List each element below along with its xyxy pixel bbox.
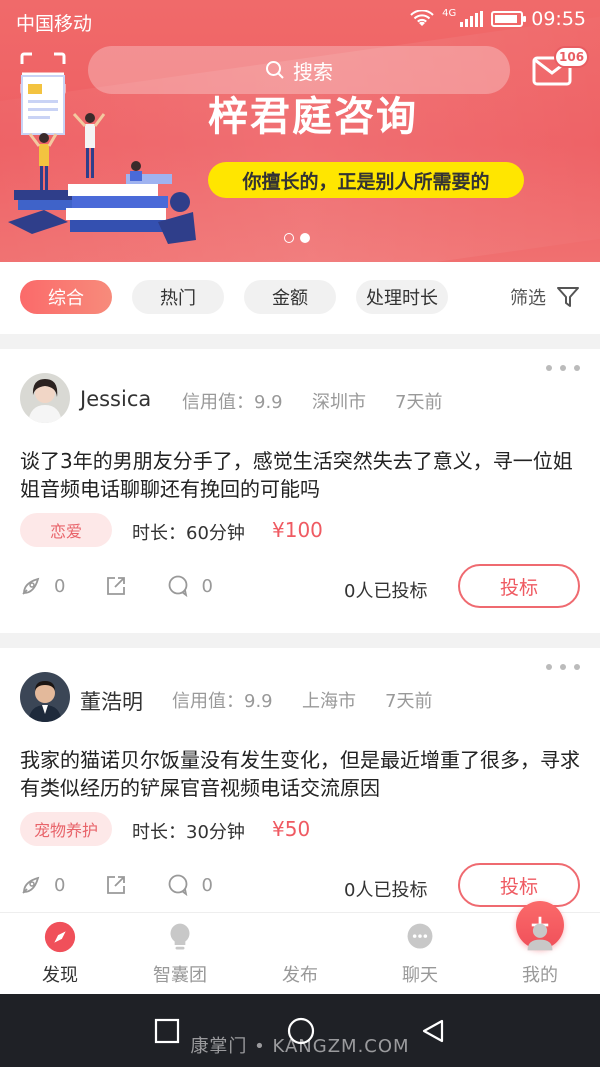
filter-bar: 综合 热门 金额 处理时长 筛选 [0, 262, 600, 334]
share-icon [107, 876, 126, 894]
category-tag: 宠物养护 [20, 812, 112, 846]
duration: 时长：30分钟 [132, 822, 245, 843]
credit-value: 信用值：9.9 [182, 392, 283, 413]
user-name[interactable]: Jessica [80, 387, 151, 411]
duration: 时长：60分钟 [132, 523, 245, 544]
rocket-icon [22, 577, 40, 595]
filter-label: 筛选 [510, 288, 546, 309]
banner-illustration [8, 75, 196, 244]
bid-count: 0人已投标 [344, 880, 428, 901]
like-count: 0 [54, 874, 66, 896]
nav-label: 我的 [522, 965, 558, 986]
tab-comprehensive[interactable]: 综合 [20, 280, 112, 314]
avatar[interactable] [20, 672, 70, 722]
banner-title: 梓君庭咨询 [208, 94, 418, 140]
tab-amount[interactable]: 金额 [244, 280, 336, 314]
nav-label: 发布 [282, 965, 318, 986]
city: 深圳市 [312, 392, 366, 413]
nav-publish[interactable]: 发布 [240, 901, 564, 987]
more-icon[interactable] [546, 365, 580, 371]
bid-button[interactable]: 投标 [458, 564, 580, 608]
more-icon[interactable] [546, 664, 580, 670]
nav-label: 智囊团 [153, 965, 207, 986]
wifi-icon [410, 10, 434, 26]
carousel-indicator[interactable] [284, 233, 310, 243]
post-actions: 0 0 [20, 575, 253, 597]
comment-action[interactable]: 0 [167, 575, 213, 597]
like-action[interactable]: 0 [20, 874, 65, 896]
tab-duration[interactable]: 处理时长 [356, 280, 448, 314]
chat-icon [402, 919, 438, 955]
share-action[interactable] [105, 575, 127, 597]
compass-icon [42, 919, 78, 955]
comment-count: 0 [201, 874, 213, 896]
credit-value: 信用值：9.9 [172, 691, 273, 712]
nav-mine[interactable]: 我的 [480, 919, 600, 987]
comment-count: 0 [201, 575, 213, 597]
comment-icon [169, 874, 188, 896]
carrier-name: 中国移动 [16, 13, 93, 35]
carousel-dot[interactable] [284, 233, 294, 243]
bulb-icon [162, 919, 198, 955]
nav-label: 发现 [42, 965, 78, 986]
user-name[interactable]: 董浩明 [80, 686, 143, 716]
clock: 09:55 [531, 8, 586, 30]
mail-badge: 106 [554, 46, 590, 68]
nav-label: 聊天 [402, 965, 438, 986]
category-tag: 恋爱 [20, 513, 112, 547]
city: 上海市 [302, 691, 356, 712]
post-content[interactable]: 我家的猫诺贝尔饭量没有发生变化，但是最近增重了很多，寻求有类似经历的铲屎官音视频… [20, 746, 580, 802]
share-icon [107, 577, 126, 595]
share-action[interactable] [105, 874, 127, 896]
nav-chat[interactable]: 聊天 [360, 919, 480, 987]
search-placeholder: 搜索 [293, 59, 333, 84]
comment-action[interactable]: 0 [167, 874, 213, 896]
funnel-icon [557, 287, 579, 307]
search-icon [266, 61, 284, 79]
post-time: 7天前 [395, 392, 443, 413]
header-banner[interactable]: 中国移动 4G 09:55 搜索 106 梓君庭咨询 你擅长的，正是别人所需要的 [0, 0, 600, 262]
status-icons: 4G 09:55 [410, 8, 586, 30]
price: ¥100 [272, 518, 323, 542]
bid-button[interactable]: 投标 [458, 863, 580, 907]
post-actions: 0 0 [20, 874, 253, 896]
comment-icon [169, 575, 188, 597]
post-card[interactable]: 董浩明 信用值：9.9 上海市 7天前 我家的猫诺贝尔饭量没有发生变化，但是最近… [0, 648, 600, 912]
bid-count: 0人已投标 [344, 581, 428, 602]
post-time: 7天前 [385, 691, 433, 712]
battery-icon [491, 11, 527, 27]
rocket-icon [22, 876, 40, 894]
filter-button[interactable]: 筛选 [510, 284, 580, 310]
network-type: 4G [442, 8, 457, 19]
like-action[interactable]: 0 [20, 575, 65, 597]
tab-hot[interactable]: 热门 [132, 280, 224, 314]
user-icon [522, 919, 558, 955]
nav-think-tank[interactable]: 智囊团 [120, 919, 240, 987]
avatar[interactable] [20, 373, 70, 423]
bottom-nav: 发现 智囊团 发布 聊天 我的 [0, 901, 600, 994]
post-card[interactable]: Jessica 信用值：9.9 深圳市 7天前 谈了3年的男朋友分手了，感觉生活… [0, 349, 600, 633]
nav-discover[interactable]: 发现 [0, 919, 120, 987]
carousel-dot-active[interactable] [300, 233, 310, 243]
like-count: 0 [54, 575, 66, 597]
price: ¥50 [272, 817, 311, 841]
banner-slogan: 你擅长的，正是别人所需要的 [208, 162, 524, 198]
status-bar: 中国移动 4G 09:55 [0, 0, 600, 40]
post-content[interactable]: 谈了3年的男朋友分手了，感觉生活突然失去了意义，寻一位姐姐音频电话聊聊还有挽回的… [20, 447, 580, 503]
signal-icon [460, 11, 484, 27]
watermark: 康掌门 • KANGZM.COM [190, 1036, 410, 1057]
